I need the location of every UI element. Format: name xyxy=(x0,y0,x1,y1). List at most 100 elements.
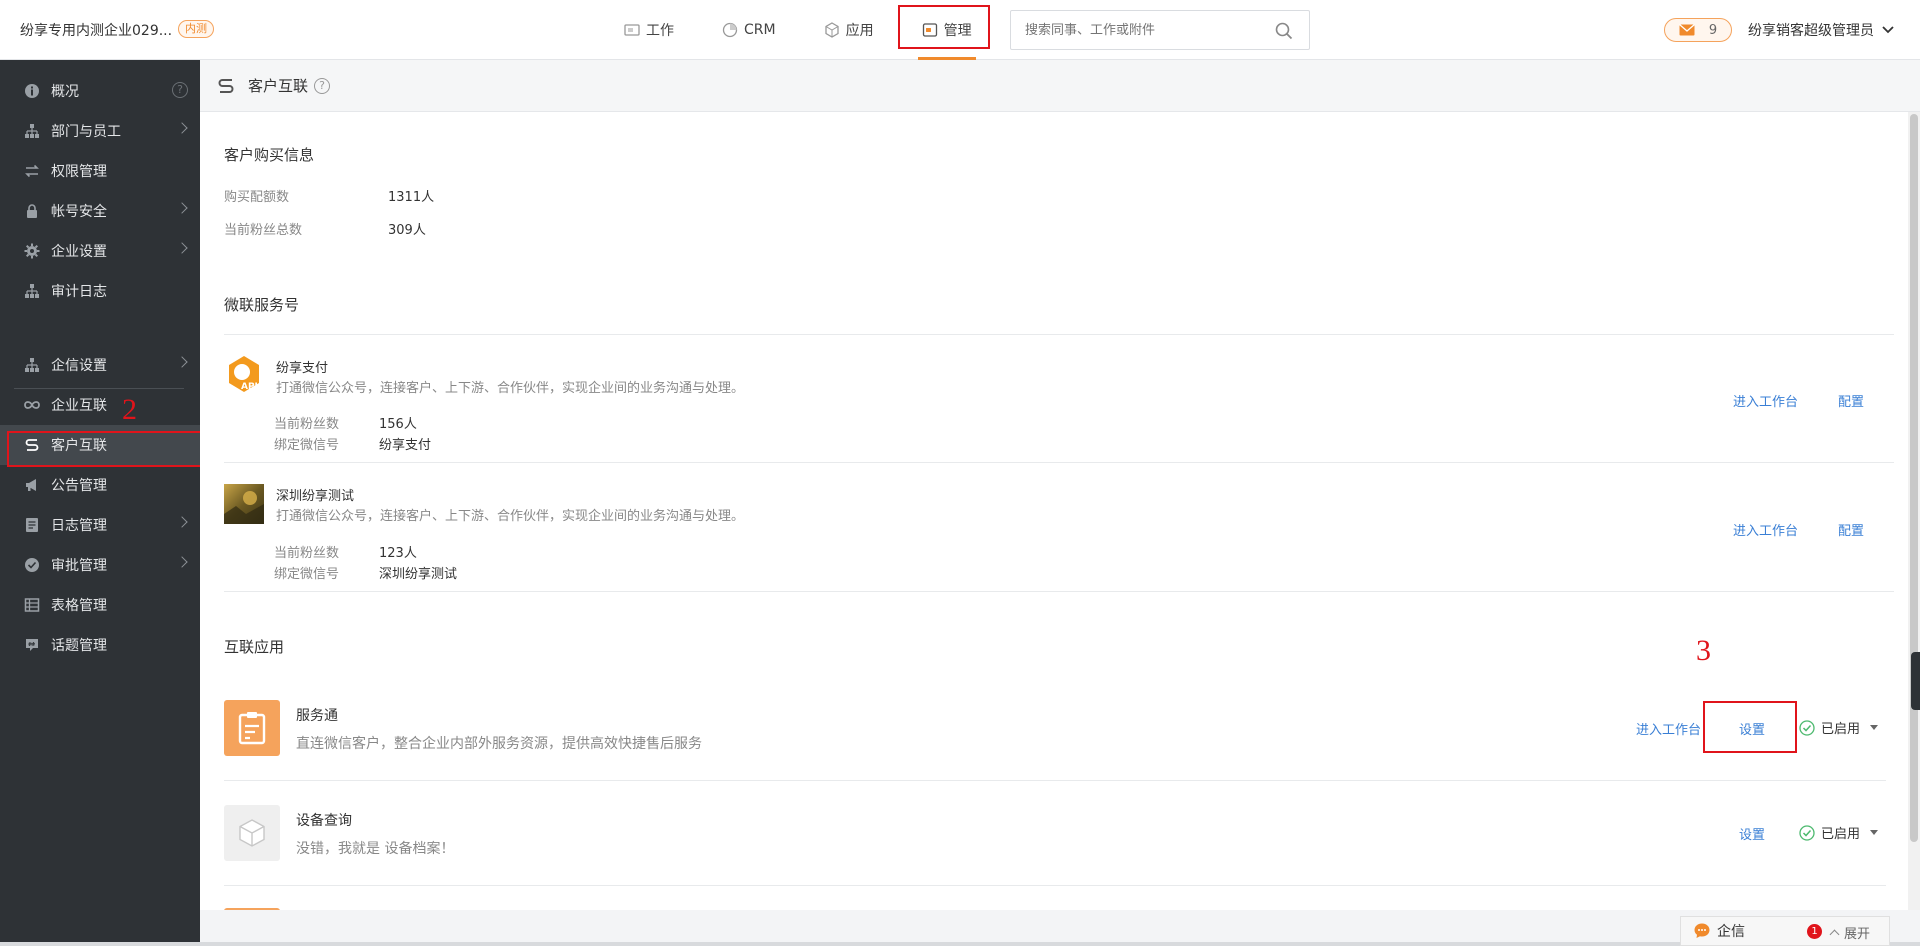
sidebar-item-label: 概况 xyxy=(51,84,79,100)
sidebar-item-label: 企业互联 xyxy=(51,398,107,414)
search-input[interactable] xyxy=(1011,11,1261,49)
service-desc: 打通微信公众号，连接客户、上下游、合作伙伴，实现企业间的业务沟通与处理。 xyxy=(276,381,745,396)
caret-down-icon xyxy=(1870,725,1879,730)
chevron-right-icon xyxy=(176,242,188,254)
divider xyxy=(224,462,1894,463)
config-link[interactable]: 配置 xyxy=(1838,391,1864,410)
info-icon xyxy=(23,82,41,100)
chevron-up-icon xyxy=(1829,929,1840,940)
help-icon[interactable]: ? xyxy=(314,77,331,94)
customer-link-icon xyxy=(218,78,234,93)
app-desc: 直连微信客户，整合企业内部外服务资源，提供高效快捷售后服务 xyxy=(296,736,702,752)
scrollbar-thumb[interactable] xyxy=(1910,114,1918,842)
lock-icon xyxy=(23,202,41,220)
status-dropdown[interactable]: 已启用 xyxy=(1799,718,1879,737)
config-link[interactable]: 配置 xyxy=(1838,520,1864,539)
sidebar-item-label: 审计日志 xyxy=(51,284,107,300)
divider xyxy=(224,334,1894,335)
sidebar-item-im-settings[interactable]: 企信设置 xyxy=(0,345,200,385)
page-header: 客户互联 ? xyxy=(200,60,1920,112)
fans-label: 当前粉丝数 xyxy=(274,546,340,561)
permission-icon xyxy=(23,162,41,180)
gear-icon xyxy=(23,242,41,260)
enter-workbench-link[interactable]: 进入工作台 xyxy=(1733,391,1798,410)
sidebar-item-label: 话题管理 xyxy=(51,638,107,654)
app-desc: 没错，我就是 设备档案！ xyxy=(296,841,455,857)
settings-link[interactable]: 设置 xyxy=(1739,824,1765,843)
sidebar-item-enterprise-settings[interactable]: 企业设置 xyxy=(0,231,200,271)
org-icon xyxy=(23,122,41,140)
api-logo-icon: API xyxy=(229,356,259,392)
audit-icon xyxy=(23,282,41,300)
side-panel-handle[interactable] xyxy=(1911,652,1920,710)
scrollbar[interactable] xyxy=(1908,112,1920,910)
sidebar-item-audit-log[interactable]: 审计日志 xyxy=(0,271,200,311)
next-app-icon-partial xyxy=(224,908,280,910)
fans-total-value: 309人 xyxy=(388,223,426,238)
check-circle-icon xyxy=(1799,719,1815,736)
user-name: 纷享销客超级管理员 xyxy=(1748,23,1874,39)
check-circle-icon xyxy=(1799,824,1815,841)
sidebar-item-account-security[interactable]: 帐号安全 xyxy=(0,191,200,231)
service-name: 纷享支付 xyxy=(276,361,329,376)
chat-bar[interactable]: 企信 1 展开 xyxy=(1680,916,1890,946)
sidebar-item-log-management[interactable]: 日志管理 xyxy=(0,505,200,545)
sidebar-item-label: 公告管理 xyxy=(51,478,107,494)
nav-work[interactable]: 工作 xyxy=(600,0,698,60)
sidebar-item-label: 表格管理 xyxy=(51,598,107,614)
sidebar-item-approval[interactable]: 审批管理 xyxy=(0,545,200,585)
apps-section-title: 互联应用 xyxy=(224,638,285,656)
sidebar-item-announcements[interactable]: 公告管理 xyxy=(0,465,200,505)
enter-workbench-link[interactable]: 进入工作台 xyxy=(1733,520,1798,539)
app-name: 服务通 xyxy=(296,708,338,724)
search-icon[interactable] xyxy=(1275,22,1293,40)
sidebar-item-label: 帐号安全 xyxy=(51,204,107,220)
mail-icon xyxy=(1678,24,1695,36)
purchase-section-title: 客户购买信息 xyxy=(224,146,315,164)
link-icon xyxy=(23,396,41,414)
expand-chat-button[interactable]: 展开 xyxy=(1829,923,1870,942)
annotation-box-1 xyxy=(898,5,990,49)
sidebar-item-permissions[interactable]: 权限管理 xyxy=(0,151,200,191)
nav-crm-label: CRM xyxy=(744,22,776,38)
chat-unread-badge: 1 xyxy=(1807,924,1822,939)
megaphone-icon xyxy=(23,476,41,494)
status-dropdown[interactable]: 已启用 xyxy=(1799,823,1879,842)
nav-apps[interactable]: 应用 xyxy=(800,0,898,60)
nav-crm[interactable]: CRM xyxy=(698,0,800,60)
device-app-icon xyxy=(224,805,280,861)
sidebar-item-table-management[interactable]: 表格管理 xyxy=(0,585,200,625)
work-icon xyxy=(624,24,640,36)
quota-label: 购买配额数 xyxy=(224,190,290,205)
sidebar-item-label: 日志管理 xyxy=(51,518,107,534)
sidebar-item-overview[interactable]: 概况 ? xyxy=(0,71,200,111)
chevron-right-icon xyxy=(176,202,188,214)
annotation-number-2: 2 xyxy=(122,393,137,426)
log-icon xyxy=(23,516,41,534)
messages-count: 9 xyxy=(1708,22,1718,38)
bind-label: 绑定微信号 xyxy=(274,567,340,582)
service-name: 深圳纷享测试 xyxy=(276,489,355,504)
nav-work-label: 工作 xyxy=(646,23,674,39)
help-icon[interactable]: ? xyxy=(172,82,188,98)
message-settings-icon xyxy=(23,356,41,374)
enter-workbench-link[interactable]: 进入工作台 xyxy=(1636,719,1701,738)
user-menu[interactable]: 纷享销客超级管理员 xyxy=(1748,20,1894,40)
sidebar-item-topic-management[interactable]: 话题管理 xyxy=(0,625,200,665)
table-icon xyxy=(23,596,41,614)
company-name[interactable]: 纷享专用内测企业029... xyxy=(20,20,172,40)
search-box xyxy=(1010,10,1310,50)
topic-icon xyxy=(23,636,41,654)
messages-button[interactable]: 9 xyxy=(1664,18,1732,42)
chat-icon xyxy=(1694,923,1710,938)
nav-apps-label: 应用 xyxy=(845,23,874,39)
annotation-number-3: 3 xyxy=(1696,634,1711,667)
sidebar-item-departments[interactable]: 部门与员工 xyxy=(0,111,200,151)
divider xyxy=(224,780,1886,781)
sidebar: 概况 ? 部门与员工 权限管理 帐号安全 企业设置 审计日志 企信设置 企业互联… xyxy=(0,60,200,946)
fans-label: 当前粉丝数 xyxy=(274,417,340,432)
annotation-box-2 xyxy=(7,431,213,467)
sidebar-item-enterprise-link[interactable]: 企业互联 xyxy=(0,385,200,425)
sidebar-item-label: 企信设置 xyxy=(51,358,107,374)
main-content: 客户购买信息 购买配额数 1311人 当前粉丝总数 309人 微联服务号 API… xyxy=(200,112,1908,910)
